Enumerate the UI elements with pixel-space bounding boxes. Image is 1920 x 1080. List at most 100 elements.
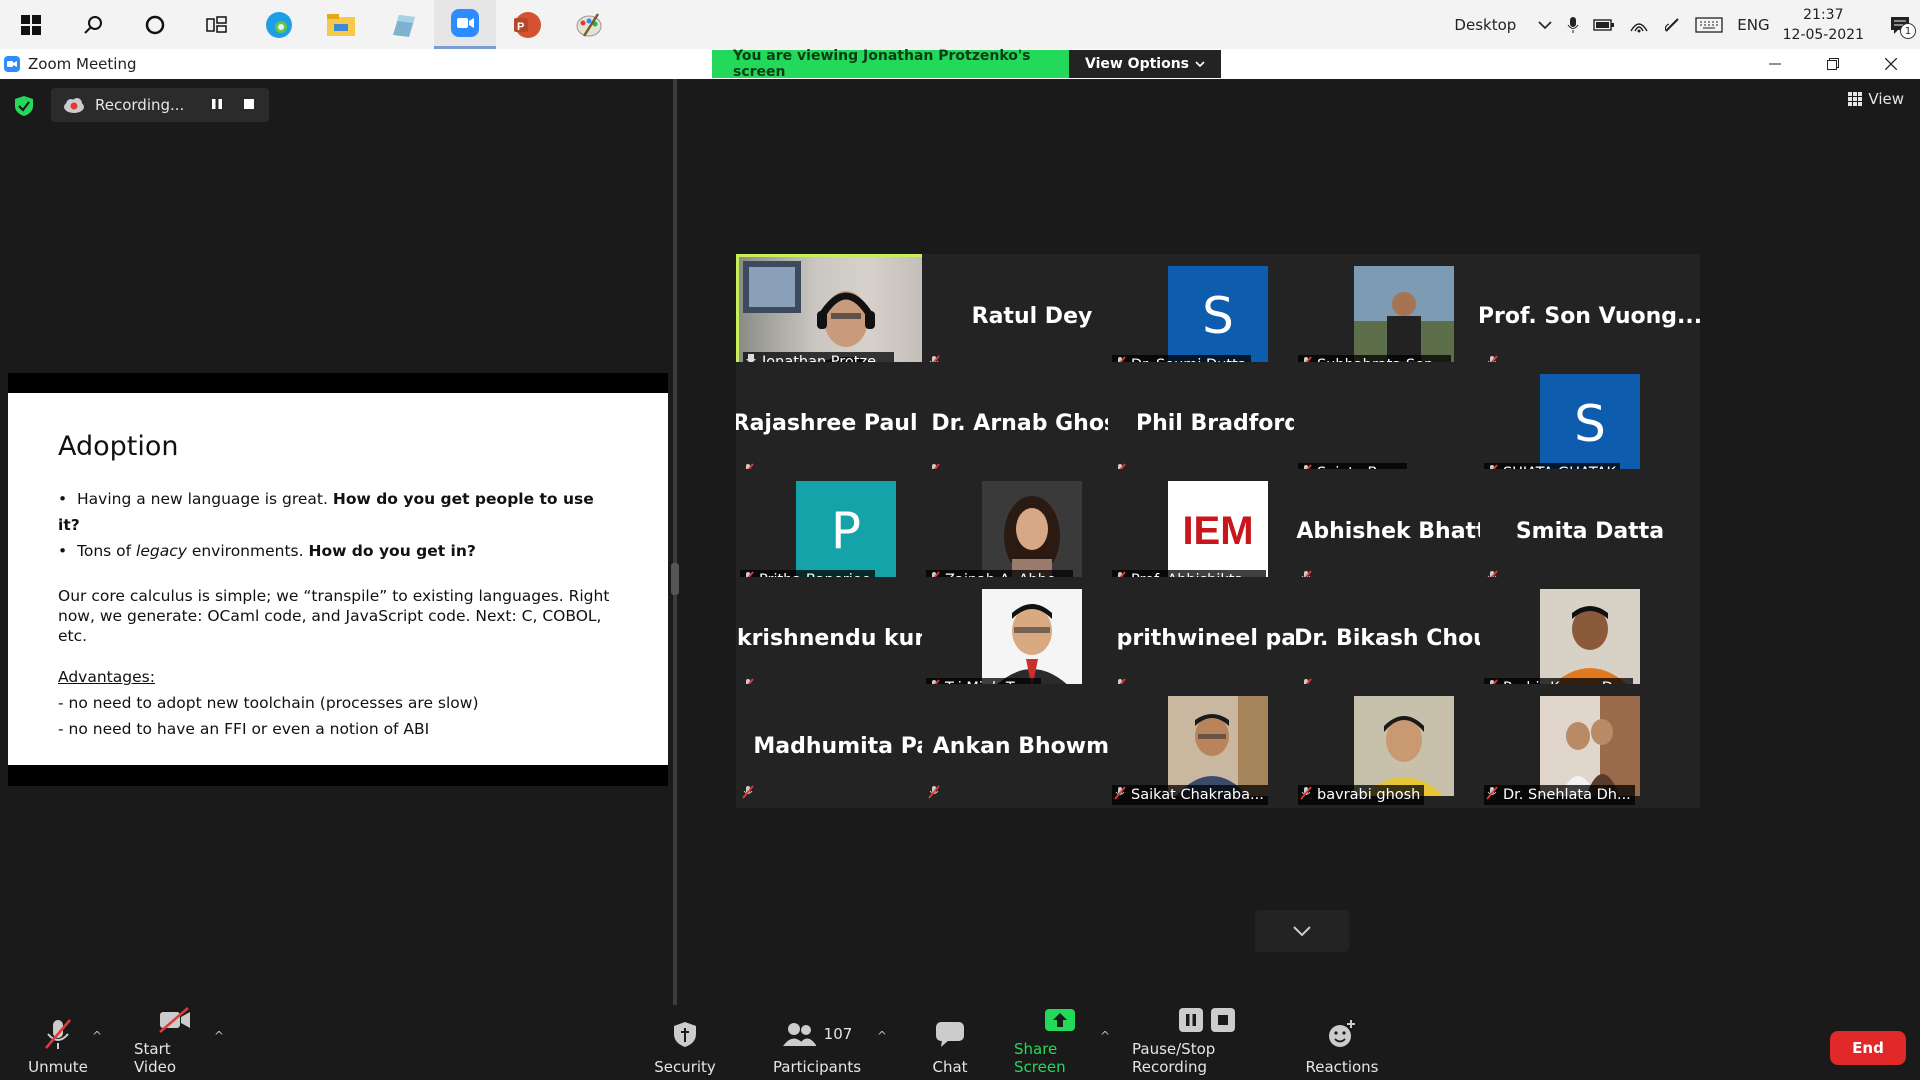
chevron-down-icon — [1293, 926, 1311, 937]
bullet-italic-text: legacy — [136, 542, 187, 560]
presentation-slide: Adoption • Having a new language is grea… — [8, 393, 668, 765]
participant-name-label: bavrabi ghosh — [1298, 785, 1425, 805]
share-screen-button[interactable]: Share Screen — [1014, 1005, 1106, 1080]
iem-logo: IEM — [1168, 481, 1268, 581]
security-shield-icon[interactable] — [14, 95, 34, 121]
microphone-icon[interactable] — [1567, 16, 1579, 34]
end-meeting-button[interactable]: End — [1830, 1031, 1906, 1065]
language-indicator[interactable]: ENG — [1737, 16, 1769, 34]
view-label: View — [1868, 90, 1904, 108]
profile-photo — [1354, 266, 1454, 366]
start-video-button[interactable]: Start Video — [134, 1005, 216, 1080]
slide-bullet: • Having a new language is great. How do… — [58, 490, 594, 534]
next-page-button[interactable] — [1255, 910, 1349, 952]
chat-icon — [935, 1016, 965, 1052]
desktop-toolbar-label[interactable]: Desktop — [1454, 16, 1516, 34]
audio-options-caret[interactable]: ^ — [92, 1029, 102, 1043]
recording-controls-icon — [1178, 1005, 1236, 1034]
video-options-caret[interactable]: ^ — [214, 1029, 224, 1043]
keyboard-icon[interactable] — [1695, 16, 1723, 33]
bullet-text: environments. — [186, 542, 309, 560]
window-controls — [1746, 49, 1920, 79]
view-layout-button[interactable]: View — [1848, 90, 1904, 108]
participant-tile[interactable]: Dr. Snehlata Dh... — [1480, 684, 1700, 808]
zoom-app-icon — [4, 56, 20, 72]
participant-tile[interactable]: Smita Datta — [1480, 469, 1700, 593]
chat-button[interactable]: Chat — [930, 1005, 970, 1080]
security-label: Security — [654, 1058, 716, 1076]
view-options-label: View Options — [1084, 56, 1190, 72]
chevron-down-icon — [1195, 60, 1205, 67]
clock-date: 12-05-2021 — [1782, 26, 1864, 43]
muted-icon — [928, 784, 940, 803]
viewing-banner: You are viewing Jonathan Protzenko's scr… — [712, 48, 1069, 80]
advantage-item: - no need to have an FFI or even a notio… — [58, 720, 430, 738]
wifi-icon[interactable] — [1629, 17, 1649, 33]
slide-title: Adoption — [58, 431, 179, 462]
reactions-button[interactable]: Reactions — [1306, 1005, 1378, 1080]
video-off-icon — [158, 1005, 192, 1034]
notification-center[interactable]: 1 — [1880, 0, 1920, 49]
unmute-button[interactable]: Unmute — [28, 1005, 88, 1080]
security-button[interactable]: Security — [654, 1005, 716, 1080]
participant-name: Saikat Chakraba... — [1131, 787, 1264, 803]
participant-name: bavrabi ghosh — [1317, 787, 1421, 803]
meeting-controls-bar: Unmute ^ Start Video ^ Security 107 Part… — [0, 1005, 1920, 1080]
participants-icon-group: 107 — [782, 1016, 853, 1052]
participant-name-label: Dr. Snehlata Dh... — [1484, 785, 1635, 805]
slide-paragraph: Our core calculus is simple; we “transpi… — [58, 587, 610, 645]
stop-recording-button[interactable] — [243, 96, 255, 114]
powerpoint-icon[interactable]: P — [496, 0, 558, 49]
zoom-taskbar-icon[interactable] — [434, 0, 496, 49]
app-title: Zoom Meeting — [4, 55, 137, 73]
profile-photo — [982, 588, 1082, 689]
restore-button[interactable] — [1804, 49, 1862, 79]
search-icon[interactable] — [62, 0, 124, 49]
participants-options-caret[interactable]: ^ — [877, 1029, 887, 1043]
system-tray: Desktop ENG 21:37 12-05-2021 1 — [1454, 0, 1920, 49]
muted-icon — [1486, 786, 1498, 804]
clock[interactable]: 21:37 12-05-2021 — [1783, 5, 1864, 45]
split-divider[interactable] — [673, 79, 677, 1014]
bullet-bold-text: How do you get in? — [308, 542, 476, 560]
notes-app-icon[interactable] — [372, 0, 434, 49]
pause-stop-recording-button[interactable]: Pause/Stop Recording — [1132, 1005, 1282, 1080]
pen-icon[interactable] — [1663, 16, 1681, 34]
notification-badge: 1 — [1900, 23, 1916, 39]
screen-share-banner: You are viewing Jonathan Protzenko's scr… — [712, 48, 1221, 80]
profile-photo — [982, 481, 1082, 581]
pause-recording-button[interactable] — [211, 96, 223, 114]
chevron-down-icon[interactable] — [1537, 20, 1553, 30]
participant-name-label: Saikat Chakraba... — [1112, 785, 1268, 805]
participant-count: 107 — [823, 1025, 853, 1043]
profile-photo — [1540, 696, 1640, 796]
recording-label: Recording... — [95, 96, 185, 114]
battery-icon[interactable] — [1593, 18, 1615, 32]
share-screen-icon — [1044, 1005, 1076, 1034]
paint-icon[interactable] — [558, 0, 620, 49]
cortana-icon[interactable] — [124, 0, 186, 49]
task-view-icon[interactable] — [186, 0, 248, 49]
edge-icon[interactable] — [248, 0, 310, 49]
file-explorer-icon[interactable] — [310, 0, 372, 49]
minimize-button[interactable] — [1746, 49, 1804, 79]
microphone-muted-icon — [43, 1016, 73, 1052]
bullet-text: Having a new language is great. — [77, 490, 333, 508]
advantages-heading: Advantages: — [58, 668, 155, 686]
people-icon — [782, 1023, 816, 1046]
grid-icon — [1848, 92, 1863, 106]
svg-text:P: P — [517, 21, 524, 33]
participant-tile[interactable]: SSUJATA GHATAK — [1480, 361, 1700, 486]
share-options-caret[interactable]: ^ — [1100, 1029, 1110, 1043]
participants-button[interactable]: 107 Participants — [773, 1005, 861, 1080]
divider-drag-handle[interactable] — [671, 563, 679, 595]
participant-name: Dr. Snehlata Dh... — [1503, 787, 1631, 803]
muted-icon — [742, 784, 754, 803]
advantage-item: - no need to adopt new toolchain (proces… — [58, 694, 479, 712]
windows-start-icon[interactable] — [0, 0, 62, 49]
close-button[interactable] — [1862, 49, 1920, 79]
participant-tile[interactable]: Prabir Kumar Das — [1480, 576, 1700, 701]
view-options-button[interactable]: View Options — [1069, 50, 1221, 78]
bullet-text: Tons of — [77, 542, 137, 560]
participant-tile[interactable]: Prof. Son Vuong... — [1480, 254, 1700, 378]
